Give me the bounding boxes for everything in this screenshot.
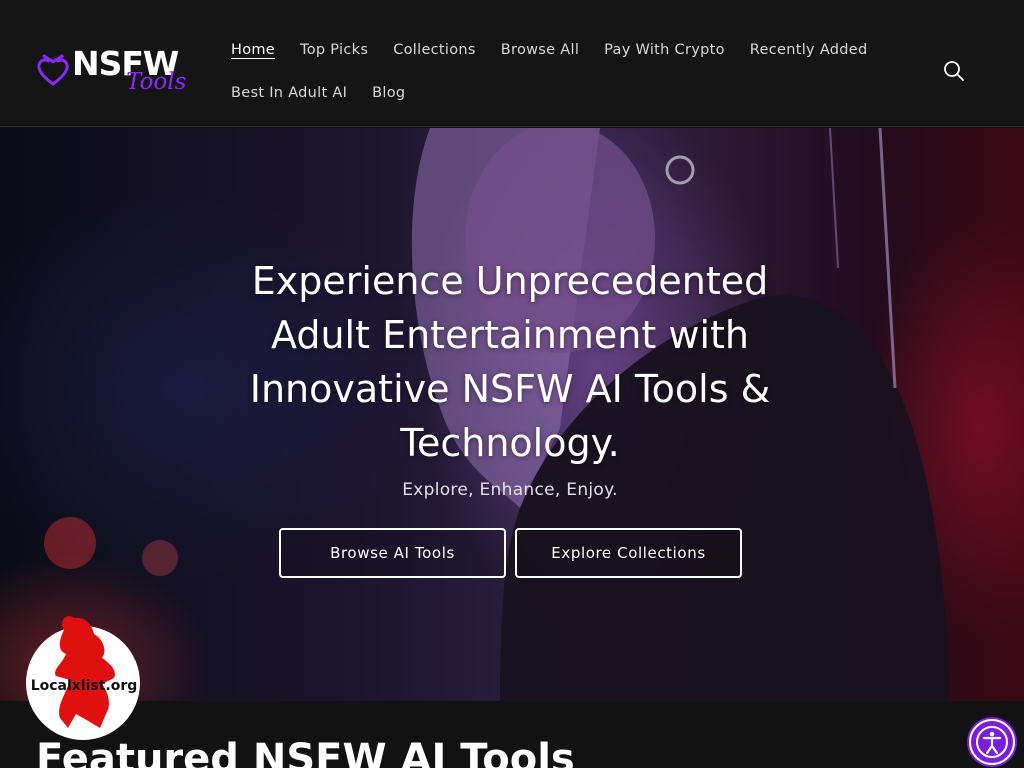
nav-item-best-in-adult-ai[interactable]: Best In Adult AI <box>231 85 347 101</box>
nav-item-collections[interactable]: Collections <box>393 42 476 58</box>
hero-title: Experience Unprecedented Adult Entertain… <box>249 259 771 465</box>
site-logo[interactable]: NSFW Tools <box>36 44 196 100</box>
nav-row-2: Best In Adult AI Blog <box>231 79 911 107</box>
nav-item-blog[interactable]: Blog <box>372 85 405 101</box>
nav-item-browse-all[interactable]: Browse All <box>501 42 579 58</box>
hero-section: Experience Unprecedented Adult Entertain… <box>0 128 1024 701</box>
accessibility-button[interactable] <box>969 719 1015 765</box>
hero-subtitle: Explore, Enhance, Enjoy. <box>402 480 618 500</box>
devil-heart-icon <box>37 54 69 86</box>
nav-row-1: Home Top Picks Collections Browse All Pa… <box>231 36 911 64</box>
explore-collections-button[interactable]: Explore Collections <box>515 528 742 578</box>
site-header: NSFW Tools Home Top Picks Collections Br… <box>0 0 1024 127</box>
nav-item-top-picks[interactable]: Top Picks <box>300 42 368 58</box>
nav-item-recently-added[interactable]: Recently Added <box>750 42 868 58</box>
badge-text: Localxlist.org <box>30 678 138 694</box>
featured-heading: Featured NSFW AI Tools <box>36 736 575 768</box>
nav-item-home[interactable]: Home <box>231 42 275 58</box>
browse-ai-tools-button[interactable]: Browse AI Tools <box>279 528 506 578</box>
search-icon[interactable] <box>942 59 966 83</box>
accessibility-icon <box>976 726 1008 758</box>
silhouette-icon <box>55 616 115 728</box>
watermark-badge: Localxlist.org <box>26 610 142 740</box>
main-nav: Home Top Picks Collections Browse All Pa… <box>231 36 911 107</box>
logo-subtext: Tools <box>126 69 187 95</box>
nav-item-pay-with-crypto[interactable]: Pay With Crypto <box>604 42 725 58</box>
